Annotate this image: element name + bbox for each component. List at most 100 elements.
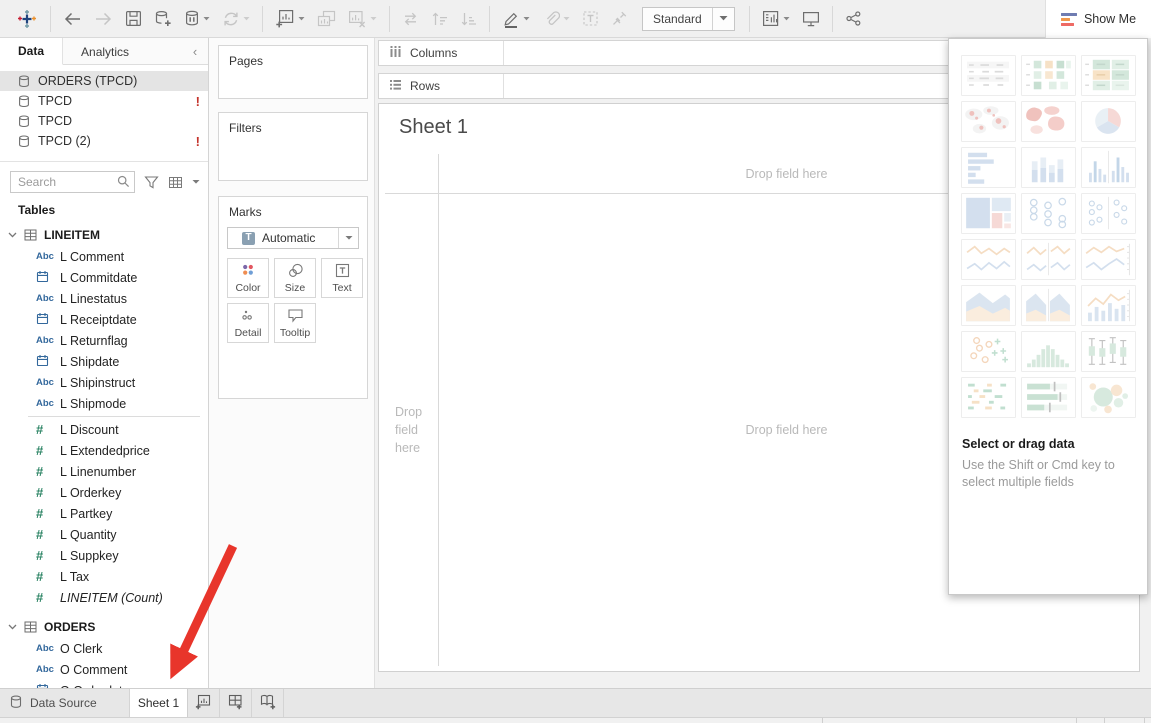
redo-arrow-button[interactable] (88, 4, 119, 34)
share-button[interactable] (839, 4, 868, 34)
field-item[interactable]: AbcO Comment (0, 659, 208, 680)
field-item[interactable]: #L Quantity (0, 524, 208, 545)
new-dashboard-button[interactable] (220, 689, 252, 717)
new-story-button[interactable] (252, 689, 284, 717)
database-icon (18, 135, 30, 148)
chart-scatter-plot-icon[interactable] (961, 331, 1016, 372)
chart-discrete-lines-icon[interactable] (1021, 239, 1076, 280)
datasource-item[interactable]: TPCD! (0, 91, 208, 111)
clear-sheet-button[interactable] (342, 4, 383, 34)
chart-pie-chart-icon[interactable] (1081, 101, 1136, 142)
field-item[interactable]: L Receiptdate (0, 309, 208, 330)
filters-label: Filters (219, 113, 367, 135)
table-group-orders[interactable]: ORDERS (0, 616, 208, 638)
datasource-item[interactable]: TPCD (0, 111, 208, 131)
color-button[interactable]: Color (227, 258, 269, 298)
chevron-down-icon (8, 624, 22, 630)
chart-highlight-table-icon[interactable] (1021, 55, 1076, 96)
filter-fields-icon[interactable] (144, 175, 159, 190)
field-item[interactable]: AbcL Comment (0, 246, 208, 267)
chart-box-and-whisker-icon[interactable] (1081, 331, 1136, 372)
chart-stacked-bars-icon[interactable] (1021, 147, 1076, 188)
field-item[interactable]: L Commitdate (0, 267, 208, 288)
field-item[interactable]: #L Suppkey (0, 545, 208, 566)
search-input[interactable] (10, 171, 135, 193)
field-item[interactable]: AbcL Linestatus (0, 288, 208, 309)
text-button[interactable]: Text (321, 258, 363, 298)
chart-gantt-icon[interactable] (961, 377, 1016, 418)
chart-text-table-icon[interactable] (961, 55, 1016, 96)
detail-button[interactable]: Detail (227, 303, 269, 343)
field-item[interactable]: #L Discount (0, 419, 208, 440)
size-button[interactable]: Size (274, 258, 316, 298)
swap-rows-columns-button[interactable] (396, 4, 425, 34)
filters-shelf[interactable]: Filters (218, 112, 368, 181)
view-options-icon[interactable] (168, 176, 183, 189)
field-item[interactable]: #L Extendedprice (0, 440, 208, 461)
chart-filled-map-icon[interactable] (1021, 101, 1076, 142)
chart-circle-views-icon[interactable] (1021, 193, 1076, 234)
field-item[interactable]: #LINEITEM (Count) (0, 587, 208, 608)
run-auto-updates-button[interactable] (216, 4, 256, 34)
field-item[interactable]: #L Tax (0, 566, 208, 587)
fix-axes-button[interactable] (605, 4, 634, 34)
field-item[interactable]: #L Linenumber (0, 461, 208, 482)
field-label: LINEITEM (Count) (60, 591, 163, 605)
show-me-button[interactable]: Show Me (1045, 0, 1151, 38)
highlight-button[interactable] (496, 4, 536, 34)
search-field[interactable] (11, 173, 115, 191)
show-hide-cards-button[interactable] (756, 4, 796, 34)
tab-data[interactable]: Data (0, 38, 63, 65)
table-group-lineitem[interactable]: LINEITEM (0, 224, 208, 246)
field-item[interactable]: AbcL Returnflag (0, 330, 208, 351)
sort-descending-button[interactable] (454, 4, 483, 34)
chart-symbol-map-icon[interactable] (961, 101, 1016, 142)
undo-arrow-button[interactable] (57, 4, 88, 34)
new-worksheet-button[interactable] (188, 689, 220, 717)
datasource-item[interactable]: TPCD (2)! (0, 131, 208, 151)
fit-mode-selector[interactable]: Standard (642, 7, 735, 31)
chart-continuous-lines-icon[interactable] (961, 239, 1016, 280)
datasource-item[interactable]: ORDERS (TPCD) (0, 71, 208, 91)
chart-treemap-icon[interactable] (961, 193, 1016, 234)
field-item[interactable]: AbcL Shipmode (0, 393, 208, 414)
chart-packed-bubbles-icon[interactable] (1081, 377, 1136, 418)
collapse-pane-icon[interactable]: ‹ (182, 38, 208, 64)
chart-bullet-graph-icon[interactable] (1021, 377, 1076, 418)
show-mark-labels-button[interactable] (576, 4, 605, 34)
tab-analytics[interactable]: Analytics (63, 38, 147, 65)
number-field-icon: # (36, 506, 43, 521)
pause-auto-updates-button[interactable] (178, 4, 216, 34)
tooltip-button[interactable]: Tooltip (274, 303, 316, 343)
field-item[interactable]: AbcL Shipinstruct (0, 372, 208, 393)
chart-continuous-area-icon[interactable] (961, 285, 1016, 326)
field-item[interactable]: AbcO Clerk (0, 638, 208, 659)
chart-discrete-area-icon[interactable] (1021, 285, 1076, 326)
chart-heat-map-icon[interactable] (1081, 55, 1136, 96)
drop-zone-rows[interactable]: Drop field here (385, 194, 438, 666)
new-worksheet-button[interactable] (269, 4, 311, 34)
sort-ascending-button[interactable] (425, 4, 454, 34)
chart-horizontal-bars-icon[interactable] (961, 147, 1016, 188)
chart-side-by-side-bars-icon[interactable] (1081, 147, 1136, 188)
tab-data-source[interactable]: Data Source (0, 689, 130, 717)
chart-histogram-icon[interactable] (1021, 331, 1076, 372)
presentation-mode-button[interactable] (796, 4, 826, 34)
save-button[interactable] (119, 4, 148, 34)
duplicate-sheet-button[interactable] (311, 4, 342, 34)
group-members-button[interactable] (536, 4, 576, 34)
mark-type-dropdown[interactable]: Automatic (227, 227, 359, 249)
chart-side-by-side-circles-icon[interactable] (1081, 193, 1136, 234)
table-name: ORDERS (44, 620, 95, 634)
chart-dual-combination-icon[interactable] (1081, 285, 1136, 326)
pages-shelf[interactable]: Pages (218, 45, 368, 99)
tab-sheet-1[interactable]: Sheet 1 (130, 689, 188, 717)
field-item[interactable]: #L Partkey (0, 503, 208, 524)
chart-dual-lines-icon[interactable] (1081, 239, 1136, 280)
mark-type-icon (242, 232, 255, 245)
field-item[interactable]: #L Orderkey (0, 482, 208, 503)
new-data-source-button[interactable] (148, 4, 178, 34)
view-options-caret-icon[interactable] (192, 179, 200, 185)
field-label: L Returnflag (60, 334, 128, 348)
field-item[interactable]: L Shipdate (0, 351, 208, 372)
